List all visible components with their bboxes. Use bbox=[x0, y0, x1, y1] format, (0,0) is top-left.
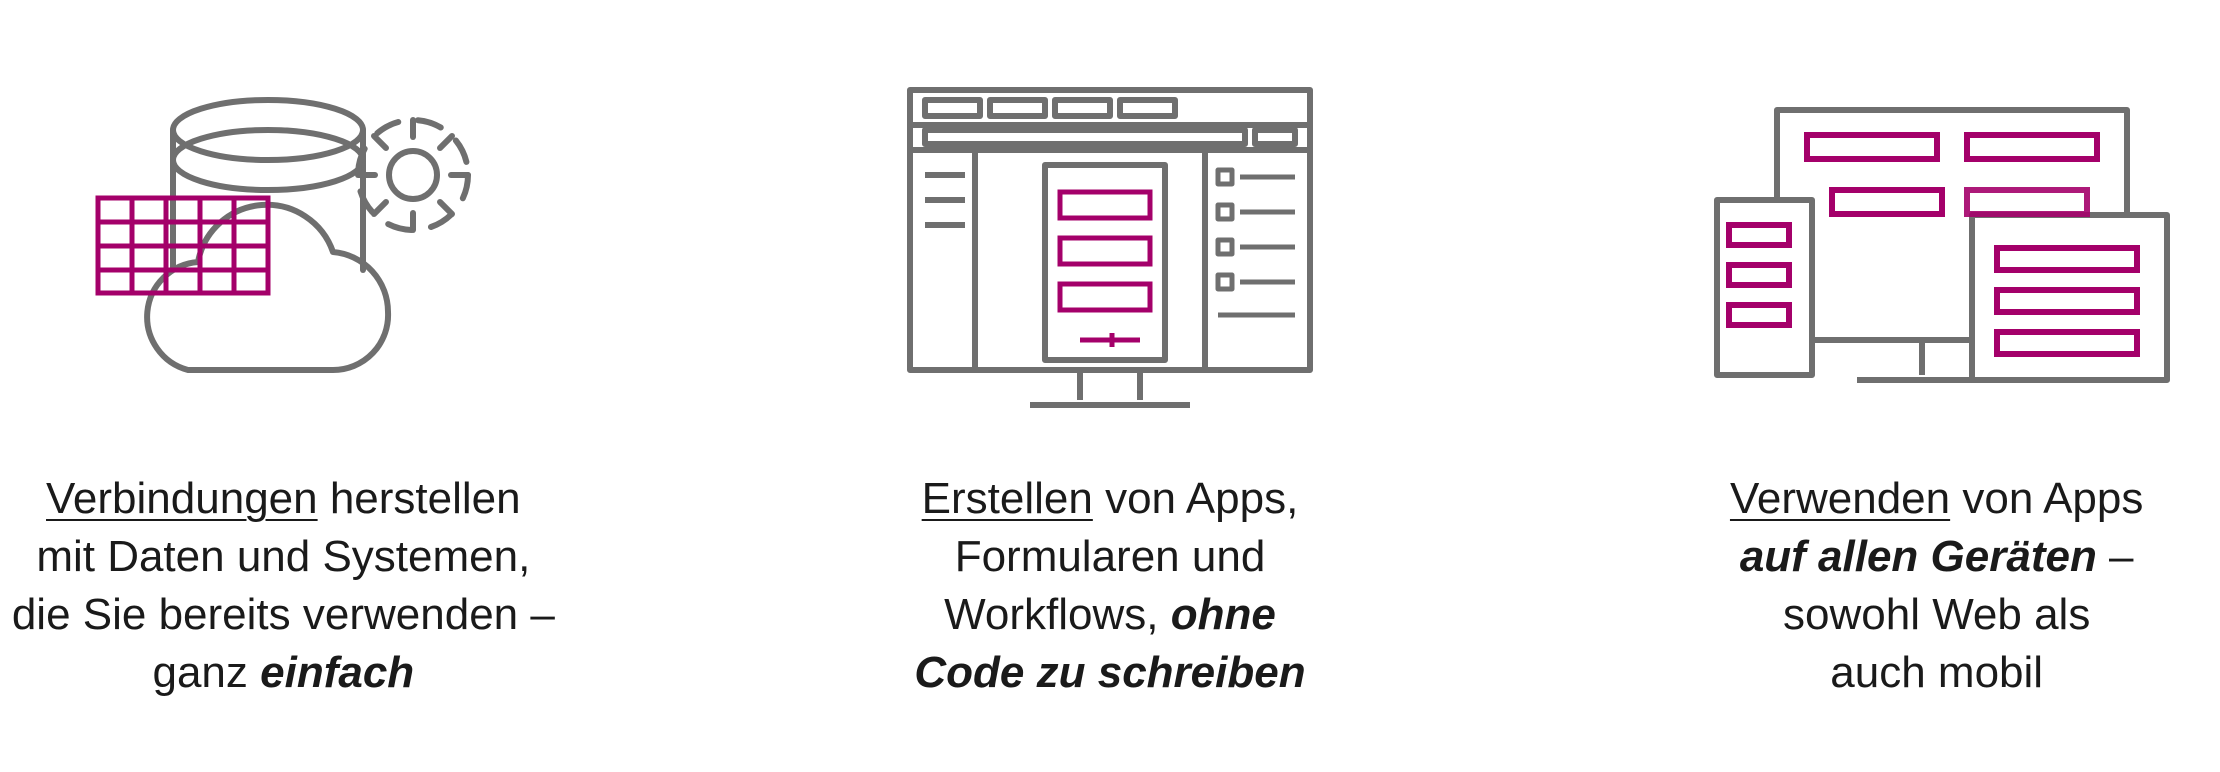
feature-use: Verwenden von Apps auf allen Geräten – s… bbox=[1653, 60, 2220, 702]
feature-create-caption: Erstellen von Apps, Formularen und Workf… bbox=[914, 470, 1305, 702]
feature-connect-caption: Verbindungen herstellen mit Daten und Sy… bbox=[12, 470, 555, 702]
lead-word: Erstellen bbox=[922, 474, 1093, 523]
lead-word: Verwenden bbox=[1730, 474, 1950, 523]
app-designer-icon bbox=[880, 60, 1340, 440]
feature-connect: Verbindungen herstellen mit Daten und Sy… bbox=[0, 60, 567, 702]
feature-row: Verbindungen herstellen mit Daten und Sy… bbox=[0, 0, 2220, 702]
feature-create: Erstellen von Apps, Formularen und Workf… bbox=[827, 60, 1394, 702]
feature-use-caption: Verwenden von Apps auf allen Geräten – s… bbox=[1730, 470, 2143, 702]
multi-device-icon bbox=[1687, 60, 2187, 440]
lead-word: Verbindungen bbox=[46, 474, 318, 523]
data-cloud-gear-icon bbox=[68, 60, 498, 440]
